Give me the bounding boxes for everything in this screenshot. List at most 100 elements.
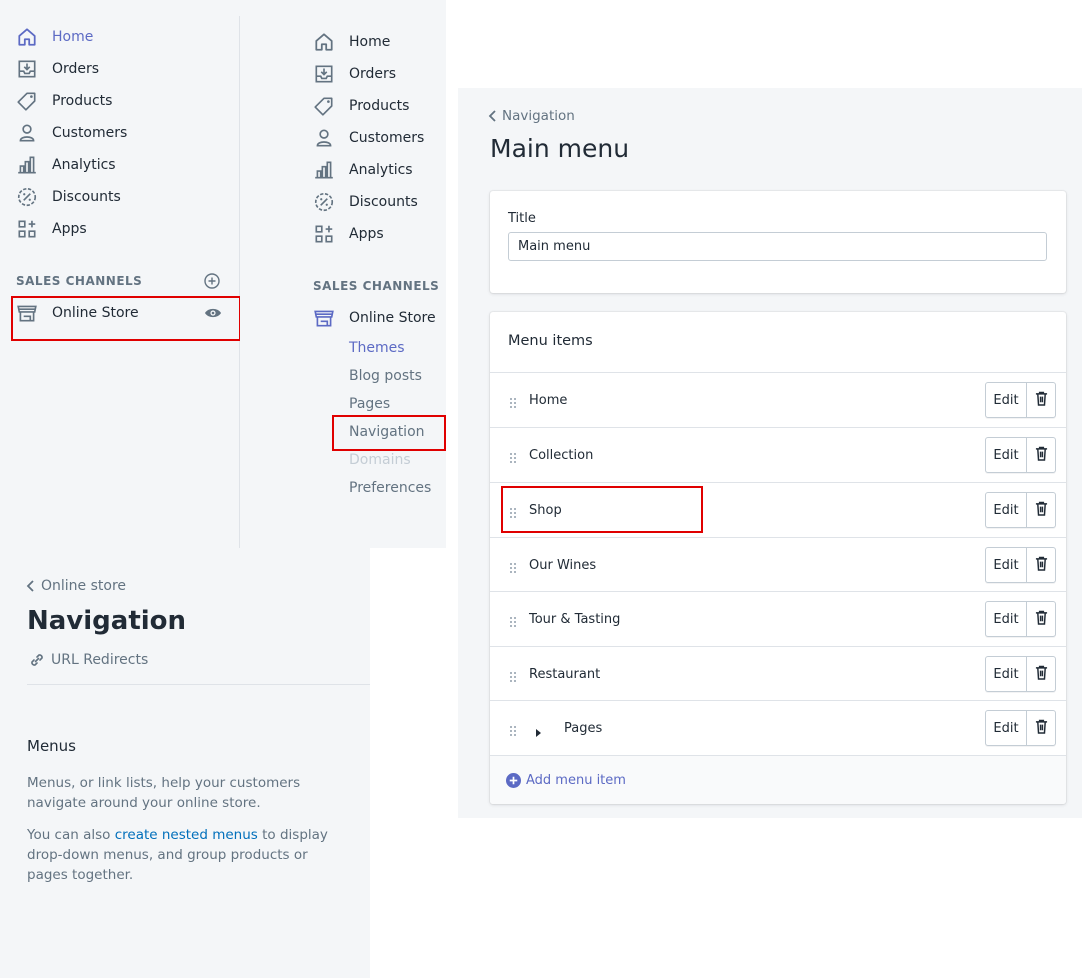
menu-item-row[interactable]: Shop Edit: [490, 482, 1066, 537]
delete-button[interactable]: [1027, 657, 1055, 691]
edit-button[interactable]: Edit: [986, 438, 1027, 472]
page-title: Navigation: [27, 606, 187, 636]
navigation-page: Online store Navigation URL Redirects Me…: [0, 548, 370, 978]
menu-item-row[interactable]: Collection Edit: [490, 427, 1066, 482]
sidebar-item-label: Discounts: [52, 189, 121, 205]
caret-right-icon[interactable]: [534, 723, 542, 737]
drag-handle-icon[interactable]: [509, 668, 517, 682]
row-actions: Edit: [985, 656, 1056, 692]
menu-items-card: Menu items Home Edit Collection Edit Sho…: [490, 312, 1066, 804]
person-icon: [16, 122, 38, 144]
sidebar-item-home[interactable]: Home: [16, 23, 93, 51]
create-nested-menus-link[interactable]: create nested menus: [115, 827, 258, 843]
sales-channels-heading: SALES CHANNELS: [16, 274, 143, 288]
menu-item-row[interactable]: Our Wines Edit: [490, 537, 1066, 592]
breadcrumb[interactable]: Navigation: [488, 108, 575, 124]
subnav-pages[interactable]: Pages: [349, 396, 390, 412]
subnav-navigation[interactable]: Navigation: [349, 424, 425, 440]
sidebar-item-customers[interactable]: Customers: [313, 124, 424, 152]
tag-icon: [313, 95, 335, 117]
sidebar-item-label: Discounts: [349, 194, 418, 210]
drag-handle-icon[interactable]: [509, 449, 517, 463]
menus-heading: Menus: [27, 737, 76, 755]
drag-handle-icon[interactable]: [509, 722, 517, 736]
edit-button[interactable]: Edit: [986, 657, 1027, 691]
menu-items-heading: Menu items: [508, 333, 593, 349]
delete-button[interactable]: [1027, 548, 1055, 582]
subnav-preferences[interactable]: Preferences: [349, 480, 431, 496]
menu-item-row[interactable]: Tour & Tasting Edit: [490, 591, 1066, 646]
drag-handle-icon[interactable]: [509, 613, 517, 627]
breadcrumb-label: Online store: [41, 578, 127, 594]
sidebar-item-analytics[interactable]: Analytics: [16, 151, 116, 179]
menu-item-label: Pages: [564, 720, 603, 736]
add-sales-channel-icon[interactable]: [204, 273, 220, 289]
edit-button[interactable]: Edit: [986, 548, 1027, 582]
sidebar-item-discounts[interactable]: Discounts: [313, 188, 418, 216]
sidebar-item-online-store[interactable]: Online Store: [313, 304, 436, 332]
sidebar-item-customers[interactable]: Customers: [16, 119, 127, 147]
trash-icon: [1035, 719, 1048, 738]
menu-item-label: Shop: [529, 502, 562, 518]
sidebar-item-label: Home: [349, 34, 391, 50]
apps-icon: [313, 223, 335, 245]
sidebar-item-label: Customers: [52, 125, 128, 141]
url-redirects-label: URL Redirects: [51, 652, 149, 668]
subnav-themes[interactable]: Themes: [349, 340, 405, 356]
delete-button[interactable]: [1027, 493, 1055, 527]
add-menu-item-label: Add menu item: [526, 773, 626, 788]
menu-item-label: Tour & Tasting: [529, 611, 621, 627]
subnav-blog-posts[interactable]: Blog posts: [349, 368, 422, 384]
sidebar-item-apps[interactable]: Apps: [313, 220, 384, 248]
drag-handle-icon[interactable]: [509, 394, 517, 408]
row-actions: Edit: [985, 710, 1056, 746]
drag-handle-icon[interactable]: [509, 559, 517, 573]
edit-button[interactable]: Edit: [986, 383, 1027, 417]
eye-icon[interactable]: [204, 305, 222, 321]
delete-button[interactable]: [1027, 438, 1055, 472]
sidebar-item-discounts[interactable]: Discounts: [16, 183, 121, 211]
add-menu-item-button[interactable]: Add menu item: [506, 773, 626, 788]
chart-icon: [16, 154, 38, 176]
menu-item-label: Our Wines: [529, 557, 597, 573]
orders-icon: [313, 63, 335, 85]
edit-button[interactable]: Edit: [986, 602, 1027, 636]
url-redirects-link[interactable]: URL Redirects: [29, 652, 148, 668]
chevron-left-icon: [488, 110, 498, 122]
row-actions: Edit: [985, 547, 1056, 583]
delete-button[interactable]: [1027, 383, 1055, 417]
row-actions: Edit: [985, 601, 1056, 637]
title-field-label: Title: [508, 211, 536, 226]
person-icon: [313, 127, 335, 149]
menu-item-row[interactable]: Home Edit: [490, 372, 1066, 427]
menu-item-row[interactable]: Restaurant Edit: [490, 646, 1066, 701]
store-icon: [313, 307, 335, 329]
edit-button[interactable]: Edit: [986, 493, 1027, 527]
discount-icon: [313, 191, 335, 213]
tag-icon: [16, 90, 38, 112]
sidebar-item-analytics[interactable]: Analytics: [313, 156, 413, 184]
delete-button[interactable]: [1027, 602, 1055, 636]
sidebar-item-label: Analytics: [52, 157, 116, 173]
title-input[interactable]: [508, 232, 1047, 261]
divider: [27, 684, 370, 685]
sidebar-item-label: Orders: [52, 61, 100, 77]
breadcrumb[interactable]: Online store: [26, 578, 126, 594]
sidebar-item-label: Orders: [349, 66, 397, 82]
subnav-domains[interactable]: Domains: [349, 452, 411, 468]
sidebar-item-apps[interactable]: Apps: [16, 215, 87, 243]
delete-button[interactable]: [1027, 711, 1055, 745]
sidebar-item-label: Customers: [349, 130, 425, 146]
sidebar-item-products[interactable]: Products: [16, 87, 112, 115]
sidebar-item-orders[interactable]: Orders: [313, 60, 396, 88]
sidebar-item-home[interactable]: Home: [313, 28, 390, 56]
sidebar-item-online-store[interactable]: Online Store: [16, 299, 139, 327]
edit-button[interactable]: Edit: [986, 711, 1027, 745]
menu-item-row[interactable]: Pages Edit: [490, 700, 1066, 755]
sidebar-item-label: Products: [349, 98, 410, 114]
sidebar-item-products[interactable]: Products: [313, 92, 409, 120]
sidebar-item-orders[interactable]: Orders: [16, 55, 99, 83]
drag-handle-icon[interactable]: [509, 504, 517, 518]
plus-circle-icon: [506, 773, 521, 788]
orders-icon: [16, 58, 38, 80]
